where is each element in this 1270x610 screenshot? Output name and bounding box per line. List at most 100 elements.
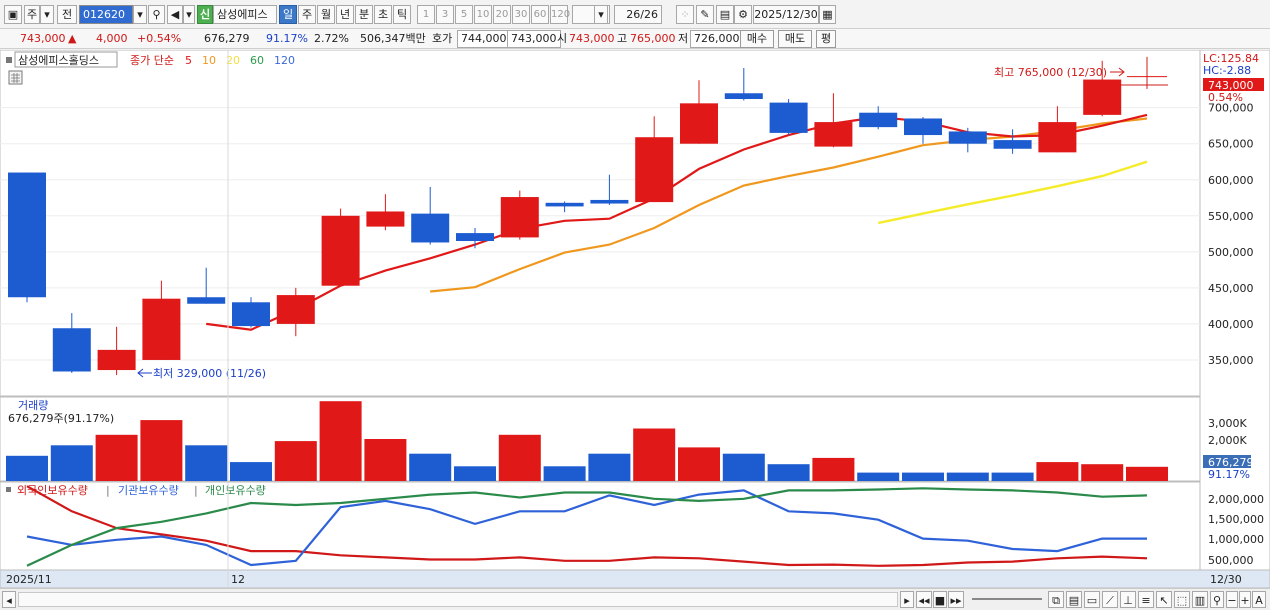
zoom-in-icon[interactable]: + [1239, 591, 1251, 608]
candle-body [724, 93, 763, 100]
forward-icon[interactable]: ▸▸ [948, 591, 964, 608]
settings-gear-icon[interactable]: ⚙ [734, 5, 752, 24]
volume-bar [1081, 464, 1124, 481]
quote-label: 호가 [432, 32, 453, 45]
volume-bar [857, 472, 900, 481]
search-icon[interactable]: ⚲ [148, 5, 165, 24]
price-tick: 450,000 [1208, 282, 1254, 295]
count-display[interactable]: 26/26 [614, 5, 662, 24]
scroll-track[interactable] [18, 592, 898, 607]
volume-bar [1036, 462, 1079, 481]
period-select[interactable]: 주 [24, 5, 40, 24]
period-button-2[interactable]: 월 [317, 5, 335, 24]
quote-info-bar: 743,000 ▲ 4,000 +0.54% 676,279 91.17% 2.… [0, 29, 1270, 49]
candle-body [321, 215, 360, 286]
cursor-tool-icon[interactable]: ↖ [1156, 591, 1172, 608]
prev-button[interactable]: 전 [57, 5, 77, 24]
interval-button-60[interactable]: 60 [531, 5, 549, 24]
interval-button-1[interactable]: 1 [417, 5, 435, 24]
bottom-scroll-bar: ◂ ▸ ◂◂ ■ ▸▸ ⧉ ▤ ▭ ⟋ ⊥ ≡ ↖ ⬚ ▥ ⚲ − + A [0, 588, 1270, 610]
candle-body [993, 140, 1032, 149]
layout-icon[interactable]: ▤ [1066, 591, 1082, 608]
volume-bar [946, 472, 989, 481]
zoom-slider[interactable] [972, 598, 1042, 600]
interval-dropdown-icon[interactable]: ▾ [594, 5, 608, 24]
new-badge[interactable]: 신 [197, 5, 213, 24]
legend-ma-60: 60 [250, 54, 264, 67]
font-size-icon[interactable]: A [1252, 591, 1266, 608]
window-icon[interactable]: ▭ [1084, 591, 1100, 608]
price-change: 4,000 [96, 32, 128, 45]
candle-body [859, 112, 898, 128]
volume-bar [678, 447, 720, 481]
measure-tool-icon[interactable]: ⊥ [1120, 591, 1136, 608]
volume-bar [185, 445, 228, 481]
candle-body [8, 172, 46, 298]
speaker-dropdown-icon[interactable]: ▾ [183, 5, 195, 24]
interval-button-3[interactable]: 3 [436, 5, 454, 24]
volume-bar [409, 453, 452, 481]
price-tick: 500,000 [1208, 246, 1254, 259]
period-button-0[interactable]: 일 [279, 5, 297, 24]
quote-ask: 744,000 [457, 30, 511, 48]
interval-button-20[interactable]: 20 [493, 5, 511, 24]
x-label-dec: 12 [231, 573, 245, 586]
period-button-6[interactable]: 틱 [393, 5, 411, 24]
volume-bar [454, 466, 496, 481]
candle-body [411, 213, 450, 243]
select-tool-icon[interactable]: ⬚ [1174, 591, 1190, 608]
period-dropdown-icon[interactable]: ▾ [40, 5, 54, 24]
period-button-3[interactable]: 년 [336, 5, 354, 24]
low-label: 저 [678, 32, 689, 45]
stock-name-field[interactable]: 삼성에피스 [213, 5, 277, 24]
average-button[interactable]: 평 [816, 30, 836, 48]
candle-body [1083, 79, 1122, 115]
table-toggle-icon[interactable] [8, 70, 23, 85]
volume-bar [543, 466, 586, 481]
candle-body [456, 233, 494, 242]
scroll-right-icon[interactable]: ▸ [900, 591, 914, 608]
zoom-out-icon[interactable]: − [1226, 591, 1238, 608]
rewind-icon[interactable]: ◂◂ [916, 591, 932, 608]
quote-bid: 743,000 [507, 30, 561, 48]
change-percent: +0.54% [137, 32, 182, 45]
period-button-5[interactable]: 초 [374, 5, 392, 24]
save-icon[interactable]: ▤ [716, 5, 734, 24]
interval-button-120[interactable]: 120 [550, 5, 570, 24]
interval-button-30[interactable]: 30 [512, 5, 530, 24]
zoom-search-icon[interactable]: ⚲ [1210, 591, 1224, 608]
volume-value: 676,279 [204, 32, 250, 45]
scroll-left-icon[interactable]: ◂ [2, 591, 16, 608]
open-price: 743,000 [569, 32, 615, 45]
date-input[interactable]: 2025/12/30 [753, 5, 819, 24]
interval-button-5[interactable]: 5 [455, 5, 473, 24]
draw-tool-icon[interactable]: ✎ [696, 5, 714, 24]
x-label-end: 12/30 [1210, 573, 1242, 586]
fib-tool-icon[interactable]: ≡ [1138, 591, 1154, 608]
calendar-icon[interactable]: ▦ [819, 5, 836, 24]
last-percent: 0.54% [1208, 91, 1243, 104]
stock-chart[interactable]: 700,000650,000600,000550,000500,000450,0… [0, 49, 1270, 589]
candle-body [545, 202, 584, 207]
stop-icon[interactable]: ■ [933, 591, 947, 608]
grid-icon[interactable]: ⁘ [676, 5, 694, 24]
period-button-4[interactable]: 분 [355, 5, 373, 24]
trend-tool-icon[interactable]: ⟋ [1102, 591, 1118, 608]
volume-tick-2000k: 2,000K [1208, 434, 1247, 447]
candle-body [814, 122, 853, 147]
volume-bar [767, 464, 810, 481]
legend-ma-10: 10 [202, 54, 216, 67]
sell-button[interactable]: 매도 [778, 30, 812, 48]
code-dropdown-icon[interactable]: ▾ [133, 5, 147, 24]
stock-code-input[interactable] [79, 5, 133, 24]
volume-bar [140, 420, 183, 481]
candle-body [52, 328, 91, 372]
period-button-1[interactable]: 주 [298, 5, 316, 24]
candle-body [680, 103, 718, 144]
interval-button-10[interactable]: 10 [474, 5, 492, 24]
print-icon[interactable]: ▥ [1192, 591, 1208, 608]
chart-menu-icon[interactable]: ▣ [4, 5, 22, 24]
speaker-icon[interactable]: ◀ [167, 5, 183, 24]
copy-icon[interactable]: ⧉ [1048, 591, 1064, 608]
buy-button[interactable]: 매수 [740, 30, 774, 48]
